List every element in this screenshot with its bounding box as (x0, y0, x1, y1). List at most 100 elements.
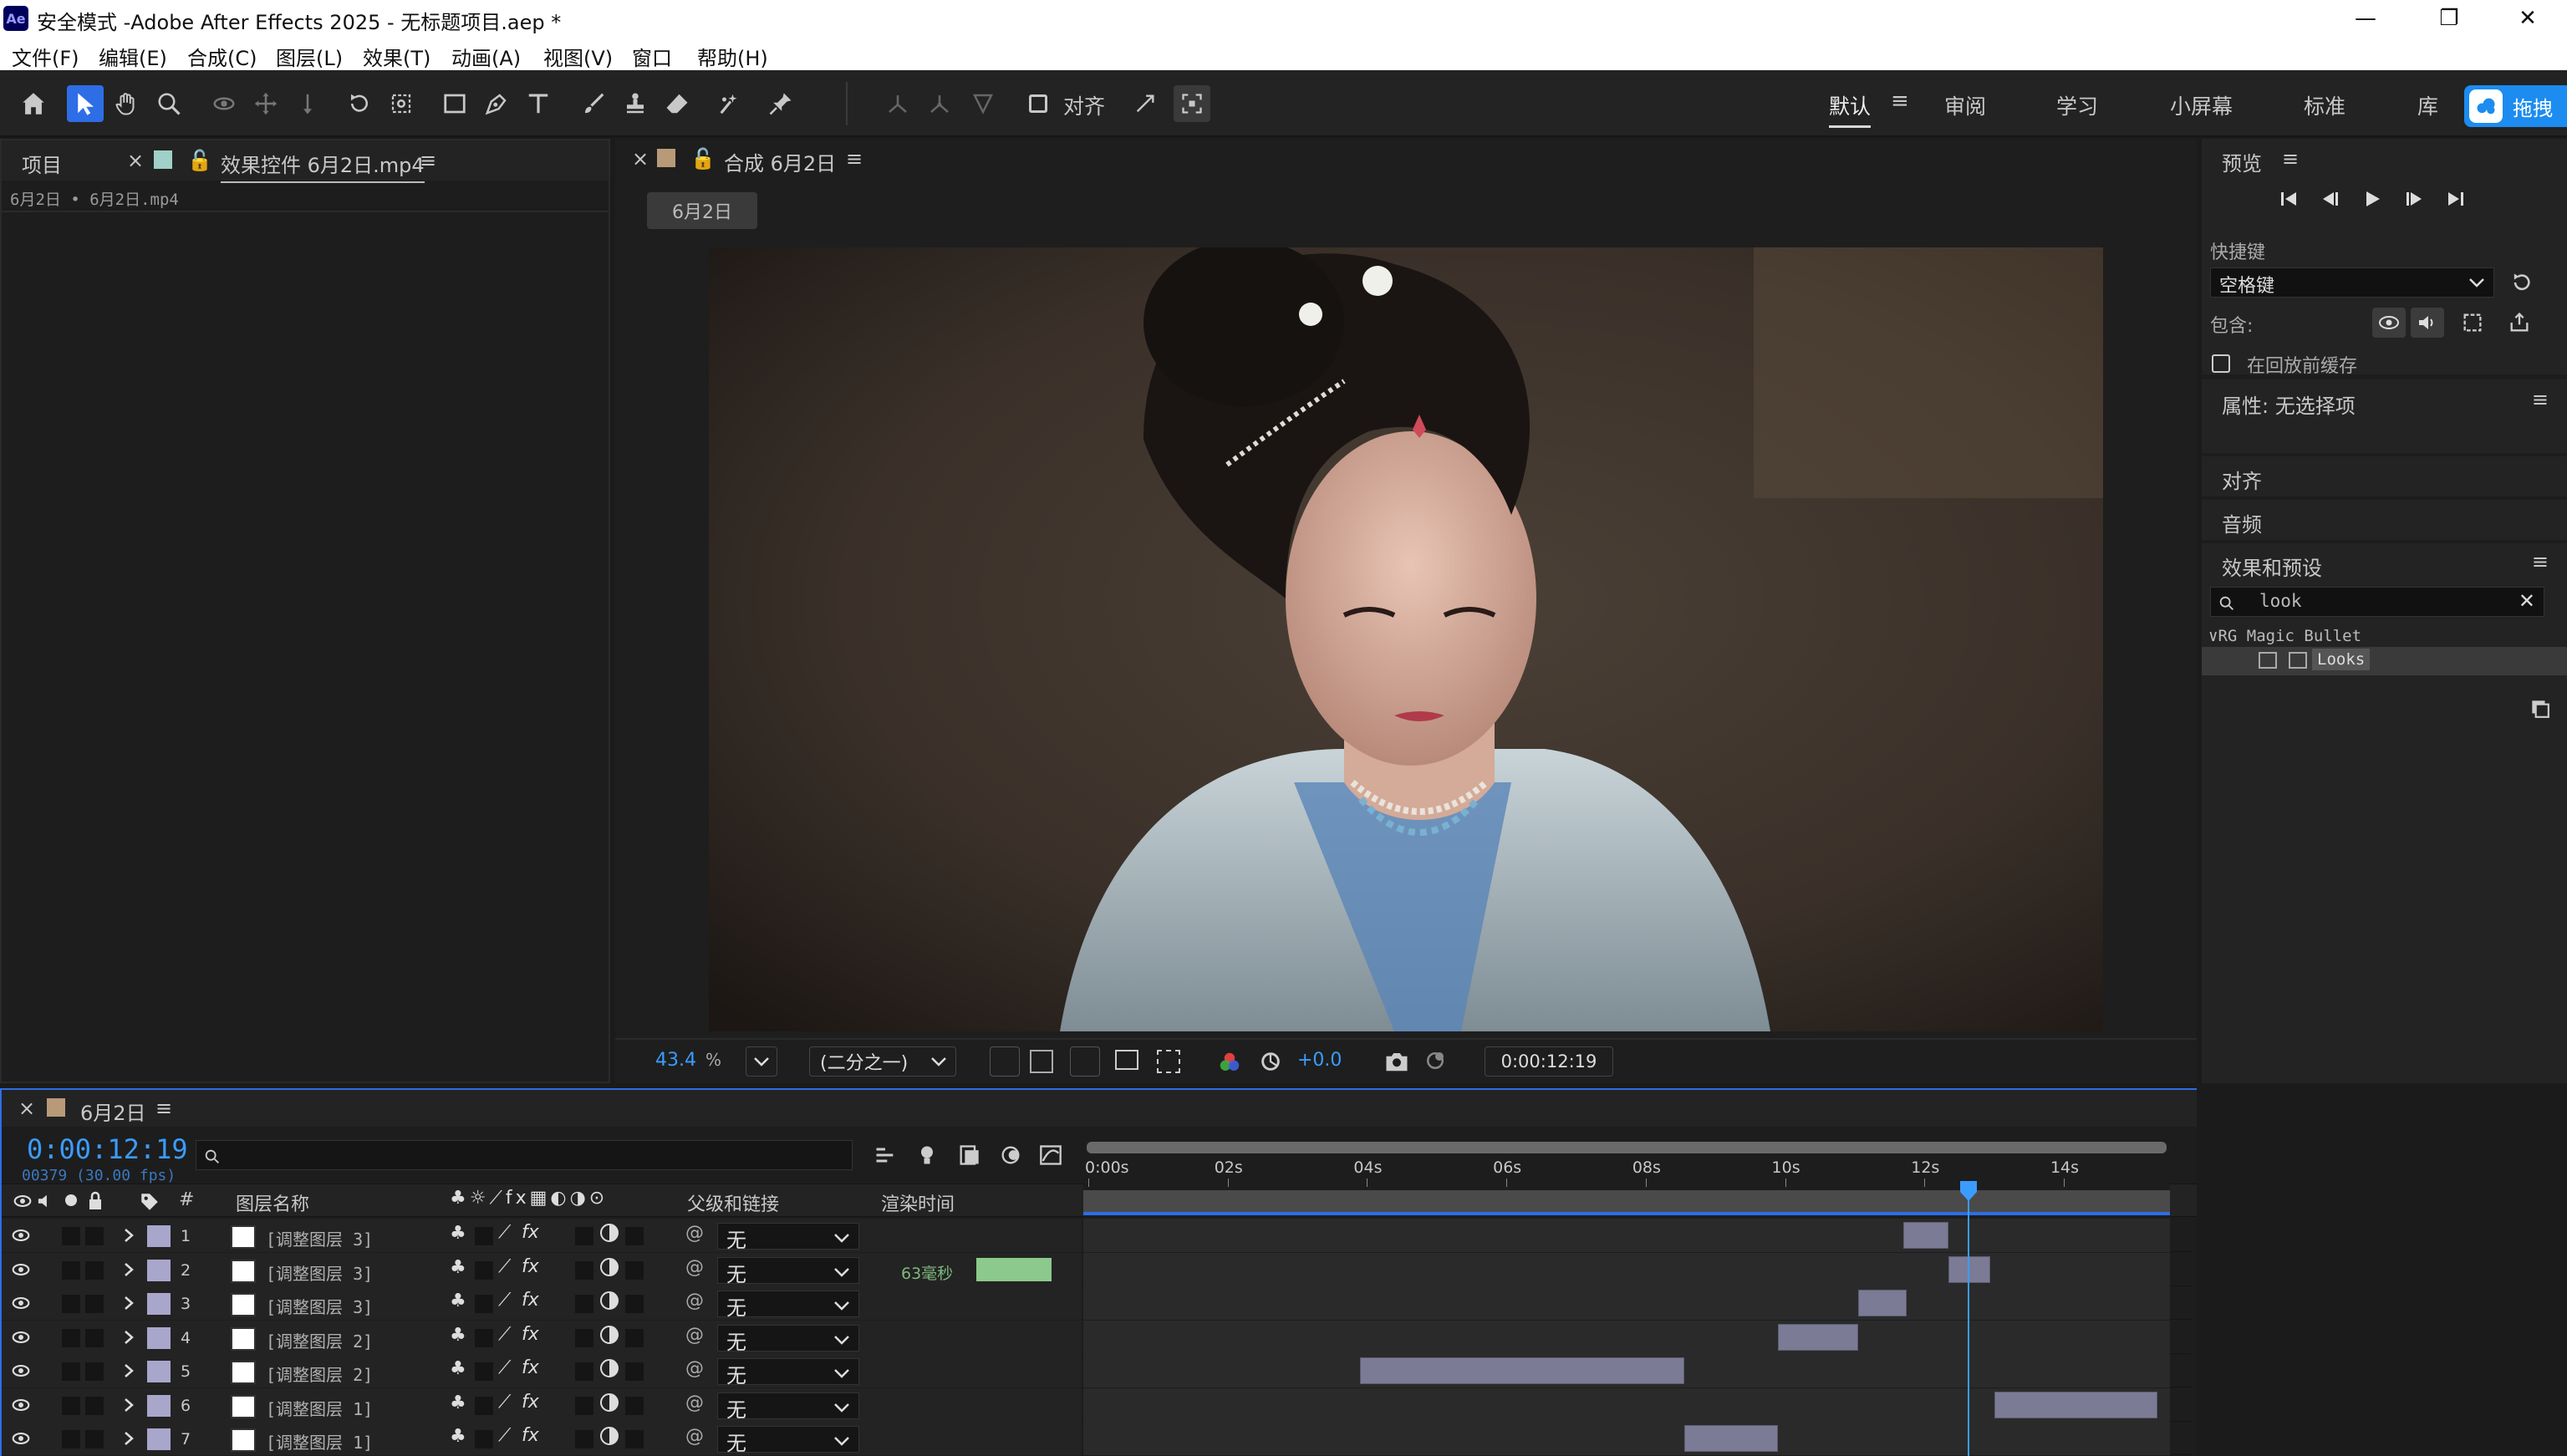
effects-search-input[interactable]: look ✕ (2210, 587, 2544, 617)
color-channels-icon[interactable] (1217, 1050, 1242, 1075)
roto-brush-icon[interactable] (712, 85, 749, 122)
parent-dropdown[interactable]: 无 (717, 1358, 859, 1387)
external-preview-icon[interactable] (2508, 311, 2531, 334)
frame-blend-switch[interactable] (575, 1295, 593, 1313)
layer-track[interactable] (1083, 1422, 2170, 1455)
preview-menu-icon[interactable]: ≡ (2282, 147, 2299, 171)
shy-switch-icon[interactable]: ♣ (450, 1291, 466, 1311)
include-video-icon[interactable] (2372, 308, 2406, 338)
effect-switch-icon[interactable]: fx (522, 1324, 539, 1345)
tab-timeline[interactable]: 6月2日 (80, 1097, 146, 1126)
rectangle-tool-icon[interactable] (436, 85, 473, 122)
solo-toggle[interactable] (62, 1295, 80, 1313)
3d-layer-switch[interactable] (625, 1396, 644, 1415)
layer-name[interactable]: [调整图层 3] (266, 1294, 373, 1318)
lock-toggle[interactable] (85, 1260, 104, 1280)
adjustment-layer-switch-icon[interactable] (600, 1325, 619, 1344)
puppet-pin-icon[interactable] (762, 85, 799, 122)
menu-window[interactable]: 窗口 (632, 42, 672, 71)
pick-whip-icon[interactable]: @ (685, 1426, 704, 1447)
graph-editor-icon[interactable] (1038, 1143, 1063, 1167)
parent-dropdown[interactable]: 无 (717, 1392, 859, 1422)
shy-switch-icon[interactable]: ♣ (450, 1325, 466, 1346)
snapping-checkbox[interactable] (1020, 85, 1057, 122)
quality-switch-icon[interactable]: ⟋ (498, 1290, 511, 1311)
local-axis-icon[interactable] (879, 85, 916, 122)
3d-layer-switch[interactable] (625, 1430, 644, 1448)
layer-row[interactable]: 6 [调整图层 1] ♣ ⟋ fx @ 无 (2, 1387, 2192, 1422)
layer-duration-bar[interactable] (1994, 1391, 2158, 1418)
menu-layer[interactable]: 图层(L) (276, 42, 343, 71)
label-color-swatch[interactable] (147, 1428, 171, 1450)
menu-file[interactable]: 文件(F) (12, 42, 79, 71)
frame-blend-switch[interactable] (575, 1396, 593, 1415)
layer-duration-bar[interactable] (1360, 1357, 1684, 1384)
solo-toggle[interactable] (62, 1396, 80, 1415)
expand-chevron-icon[interactable] (122, 1227, 135, 1244)
play-icon[interactable] (2362, 189, 2382, 209)
workspace-review[interactable]: 审阅 (1944, 90, 1986, 120)
menu-help[interactable]: 帮助(H) (697, 42, 768, 71)
eye-icon[interactable] (12, 1364, 30, 1377)
layer-name[interactable]: [调整图层 2] (266, 1328, 373, 1352)
effects-group-row[interactable]: ∨RG Magic Bullet (2208, 627, 2361, 645)
expand-chevron-icon[interactable] (122, 1362, 135, 1379)
transparency-grid-icon[interactable] (1030, 1050, 1053, 1073)
solo-toggle[interactable] (62, 1362, 80, 1381)
eye-icon[interactable] (12, 1229, 30, 1242)
mask-visibility-icon[interactable] (1070, 1046, 1100, 1077)
layer-duration-bar[interactable] (1778, 1323, 1859, 1351)
zoom-dropdown-button[interactable] (746, 1046, 777, 1077)
label-color-swatch[interactable] (147, 1225, 171, 1247)
snap-features-icon[interactable] (1174, 85, 1210, 122)
adjustment-layer-switch-icon[interactable] (600, 1257, 619, 1276)
brush-tool-icon[interactable] (575, 85, 612, 122)
workspace-menu-icon[interactable]: ≡ (1891, 89, 1909, 114)
shy-switch-icon[interactable]: ♣ (450, 1223, 466, 1244)
current-timecode[interactable]: 0:00:12:19 (27, 1133, 188, 1165)
layer-row[interactable]: 3 [调整图层 3] ♣ ⟋ fx @ 无 (2, 1286, 2192, 1320)
frame-blend-switch[interactable] (575, 1227, 593, 1245)
world-axis-icon[interactable] (921, 85, 958, 122)
home-icon[interactable] (15, 85, 52, 122)
lock-toggle[interactable] (85, 1396, 104, 1415)
exposure-value[interactable]: +0.0 (1297, 1050, 1342, 1071)
layer-duration-bar[interactable] (1858, 1290, 1907, 1316)
workspace-small-screen[interactable]: 小屏幕 (2170, 90, 2233, 120)
expand-chevron-icon[interactable] (122, 1329, 135, 1346)
collapse-switch[interactable] (475, 1295, 493, 1313)
close-button[interactable]: ✕ (2503, 2, 2553, 35)
show-snapshot-icon[interactable] (1423, 1048, 1448, 1073)
parent-dropdown[interactable]: 无 (717, 1256, 859, 1286)
pick-whip-icon[interactable]: @ (685, 1223, 704, 1244)
close-comp-tab-icon[interactable]: × (632, 147, 649, 171)
layer-search-input[interactable] (196, 1140, 853, 1170)
shy-switch-icon[interactable]: ♣ (450, 1392, 466, 1413)
effect-switch-icon[interactable]: fx (522, 1222, 539, 1243)
lock-toggle[interactable] (85, 1227, 104, 1245)
collapse-switch[interactable] (475, 1430, 493, 1448)
effect-switch-icon[interactable]: fx (522, 1392, 539, 1413)
restore-button[interactable]: ❐ (2424, 2, 2474, 35)
hide-shy-layers-icon[interactable] (956, 1143, 981, 1167)
layer-name[interactable]: [调整图层 2] (266, 1362, 373, 1386)
label-color-swatch[interactable] (147, 1259, 171, 1281)
parent-dropdown[interactable]: 无 (717, 1291, 859, 1320)
collapse-switch[interactable] (475, 1362, 493, 1381)
layer-track[interactable] (1083, 1354, 2170, 1387)
align-panel[interactable]: 对齐 (2202, 456, 2567, 496)
eye-icon[interactable] (12, 1296, 30, 1310)
eye-icon[interactable] (12, 1432, 30, 1445)
layer-name-column-header[interactable]: 图层名称 (236, 1189, 309, 1216)
quality-switch-icon[interactable]: ⟋ (498, 1392, 511, 1413)
effect-switch-icon[interactable]: fx (522, 1290, 539, 1311)
clone-stamp-icon[interactable] (617, 85, 654, 122)
time-ruler-area[interactable]: 0:00s 02s 04s 06s 08s 10s 12s 14s (1083, 1137, 2170, 1217)
last-frame-icon[interactable] (2446, 189, 2466, 209)
quality-switch-icon[interactable]: ⟋ (498, 1425, 511, 1446)
viewer-timecode[interactable]: 0:00:12:19 (1485, 1046, 1613, 1077)
adjustment-layer-switch-icon[interactable] (600, 1291, 619, 1310)
lock-toggle[interactable] (85, 1295, 104, 1313)
expand-chevron-icon[interactable] (122, 1295, 135, 1311)
quality-switch-icon[interactable]: ⟋ (498, 1324, 511, 1345)
